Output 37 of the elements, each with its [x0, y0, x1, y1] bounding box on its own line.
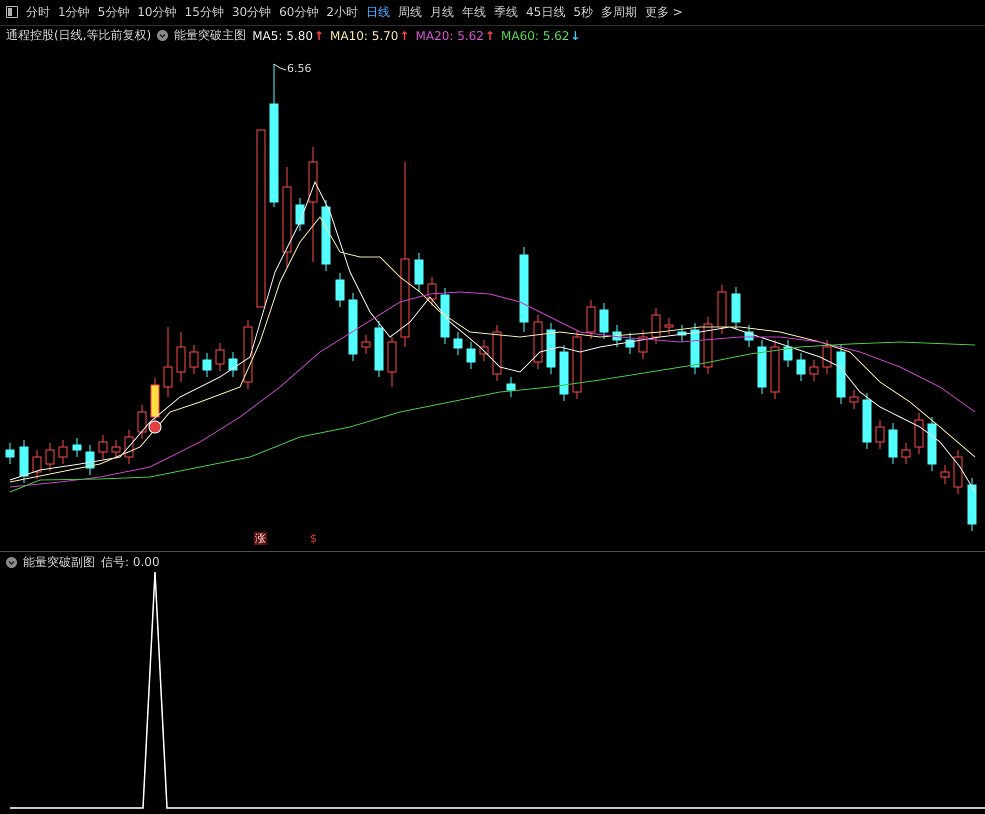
indicator-name: 能量突破副图 [23, 554, 95, 571]
period-tab[interactable]: 1分钟 [54, 4, 94, 21]
moving-average-value: MA60: 5.62 [501, 28, 570, 43]
moving-average-value: MA5: 5.80 [252, 28, 313, 43]
period-tab[interactable]: 10分钟 [133, 4, 181, 21]
moving-average-value: MA20: 5.62 [416, 28, 484, 43]
indicator-name: 能量突破主图 [174, 27, 246, 44]
period-tab[interactable]: 月线 [426, 4, 458, 21]
signal-marker: 涨 [254, 532, 267, 545]
period-tab[interactable]: 季线 [490, 4, 522, 21]
trend-arrow: ↑ [314, 28, 324, 43]
period-tab[interactable]: 5秒 [569, 4, 597, 21]
signal-marker: $ [309, 532, 318, 545]
signal-reading: 信号: 0.00 [101, 554, 160, 571]
period-tab[interactable]: 45日线 [522, 4, 570, 21]
stock-title: 通程控股(日线,等比前复权) [6, 27, 152, 44]
period-tab[interactable]: 分时 [22, 4, 54, 21]
period-tab[interactable]: 更多 > [640, 4, 687, 21]
period-tab[interactable]: 2小时 [322, 4, 362, 21]
period-tab[interactable]: 年线 [458, 4, 490, 21]
dropdown-icon[interactable] [157, 30, 168, 42]
period-tab[interactable]: 5分钟 [94, 4, 134, 21]
period-tab[interactable]: 多周期 [596, 4, 641, 21]
trend-arrow: ↑ [484, 28, 495, 43]
moving-average-value: MA10: 5.70 [330, 28, 398, 43]
trend-arrow: ↓ [570, 28, 580, 43]
period-tab[interactable]: 60分钟 [275, 4, 322, 21]
period-tab[interactable]: 日线 [362, 4, 394, 21]
signal-ball-icon [148, 420, 162, 434]
trend-arrow: ↑ [399, 28, 410, 43]
period-tab[interactable]: 30分钟 [228, 4, 276, 21]
period-tab[interactable]: 15分钟 [180, 4, 228, 21]
high-price-label: 6.56 [287, 62, 312, 75]
leader-line [274, 63, 286, 70]
panel-toggle-icon[interactable] [6, 6, 18, 18]
period-tab[interactable]: 周线 [394, 4, 426, 21]
dropdown-icon[interactable] [6, 556, 17, 568]
